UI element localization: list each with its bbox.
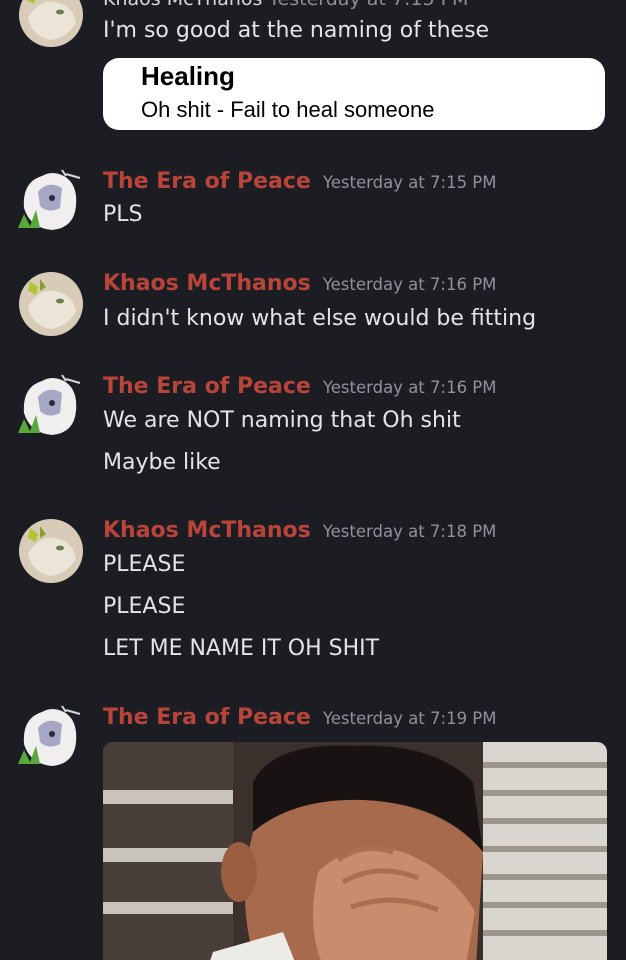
partial-username[interactable]: Khaos McThanos [103,0,262,10]
timestamp: Yesterday at 7:18 PM [322,522,497,541]
username[interactable]: Khaos McThanos [103,271,311,296]
timestamp: Yesterday at 7:16 PM [322,275,497,294]
facepalm-image [103,742,607,960]
username[interactable]: The Era of Peace [103,374,311,399]
message-text: I didn't know what else would be fitting [103,306,537,331]
avatar[interactable] [18,271,84,337]
message-text: PLEASE [103,594,186,619]
timestamp: Yesterday at 7:19 PM [322,709,497,728]
message-header: Khaos McThanos Yesterday at 7:18 PM [103,517,496,545]
message-header: The Era of Peace Yesterday at 7:19 PM [103,704,497,732]
cat-avatar-white-icon [18,374,81,435]
avatar[interactable] [18,168,84,234]
embed-card: Healing Oh shit - Fail to heal someone [103,58,605,130]
message-text: I'm so good at the naming of these [103,18,490,43]
avatar[interactable] [18,0,84,48]
timestamp: Yesterday at 7:16 PM [322,378,497,397]
avatar[interactable] [18,518,84,584]
username[interactable]: The Era of Peace [103,705,311,730]
embed-title: Healing [141,61,235,91]
message-text: PLEASE [103,552,186,577]
message-text: PLS [103,202,143,227]
cat-avatar-butterfly-icon [19,519,83,583]
avatar[interactable] [18,373,84,439]
partial-timestamp: Yesterday at 7:15 PM [268,0,468,10]
message-header: The Era of Peace Yesterday at 7:15 PM [103,168,497,196]
chat-log: Khaos McThanos Yesterday at 7:15 PM I'm … [0,0,626,960]
cat-avatar-butterfly-icon [19,272,83,336]
message-header: The Era of Peace Yesterday at 7:16 PM [103,373,497,401]
message-text: We are NOT naming that Oh shit [103,408,461,433]
message-text: Maybe like [103,450,221,475]
username[interactable]: The Era of Peace [103,169,311,194]
embed-body: Oh shit - Fail to heal someone [141,97,435,122]
partial-header: Khaos McThanos Yesterday at 7:15 PM [103,0,468,10]
message-header: Khaos McThanos Yesterday at 7:16 PM [103,270,496,298]
facepalm-gif-attachment[interactable] [103,742,607,960]
cat-avatar-butterfly-icon [19,0,83,47]
cat-avatar-white-icon [18,169,81,230]
username[interactable]: Khaos McThanos [103,518,311,543]
message-text: LET ME NAME IT OH SHIT [103,636,380,661]
timestamp: Yesterday at 7:15 PM [322,173,497,192]
cat-avatar-white-icon [18,705,81,766]
avatar[interactable] [18,704,84,770]
